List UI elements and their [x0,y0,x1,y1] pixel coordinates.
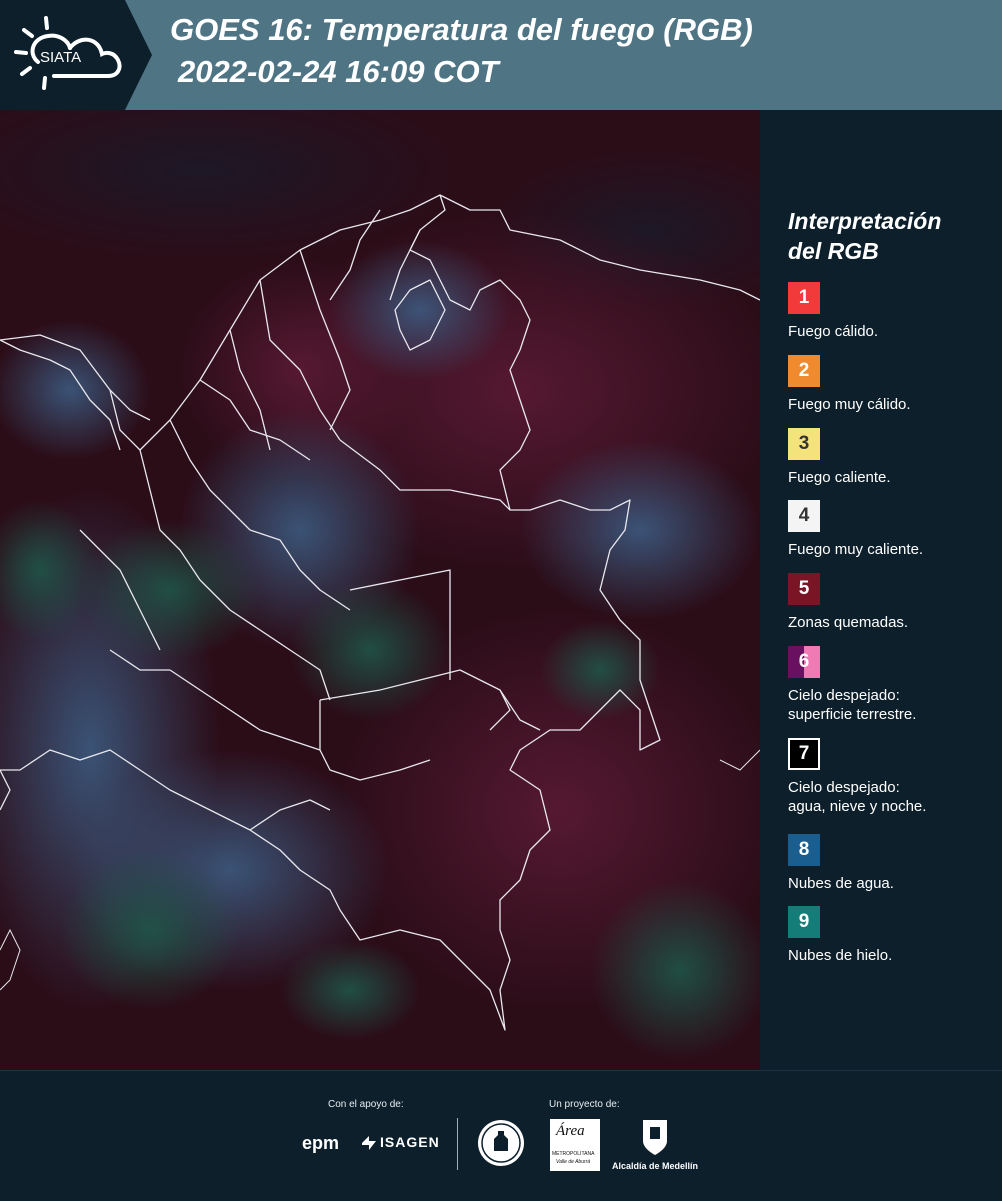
support-label: Con el apoyo de: [328,1099,404,1110]
legend-label: Fuego muy caliente. [788,541,924,558]
legend-title-line1: Interpretación [788,208,942,234]
isagen-text: ISAGEN [380,1134,440,1150]
area-logo-title: Área [556,1123,585,1139]
legend-label: Nubes de agua. [788,875,894,892]
legend-label-line1: Cielo despejado: [788,687,900,704]
area-logo-sub: METROPOLITANA [552,1151,595,1157]
alcaldia-logo-text: Alcaldía de Medellín [612,1161,699,1171]
legend-label: Cielo despejado: superficie terrestre. [788,686,998,724]
legend-swatch: 2 [788,355,820,387]
legend-label-line2: agua, nieve y noche. [788,798,927,815]
satellite-image [0,110,760,1070]
legend-swatch: 1 [788,282,820,314]
page-timestamp: 2022-02-24 16:09 COT [178,54,499,89]
footer: Con el apoyo de: Un proyecto de: epm ISA… [0,1070,1002,1201]
area-metropolitana-logo: Área METROPOLITANA Valle de Aburrá [550,1119,600,1171]
alcaldia-shield-icon [643,1120,667,1155]
legend-label: Fuego cálido. [788,323,879,340]
logo-text: SIATA [40,49,81,66]
legend-swatch: 8 [788,834,820,866]
legend-label: Nubes de hielo. [788,947,893,964]
legend-label: Zonas quemadas. [788,614,909,631]
legend-panel: Interpretación del RGB 1 Fuego cálido. 2… [760,110,1002,1070]
legend-label: Cielo despejado: agua, nieve y noche. [788,778,998,816]
epm-logo: epm [302,1133,340,1153]
legend-swatch: 7 [788,738,820,770]
legend-swatch: 6 [788,646,820,678]
satellite-map [0,110,760,1070]
legend-swatch: 5 [788,573,820,605]
page-title: GOES 16: Temperatura del fuego (RGB) [170,12,753,47]
legend-swatch: 4 [788,500,820,532]
legend-swatch: 3 [788,428,820,460]
legend-label: Fuego caliente. [788,469,891,486]
legend-label: Fuego muy cálido. [788,396,911,413]
legend-title: Interpretación del RGB [788,206,941,266]
area-logo-sub2: Valle de Aburrá [556,1159,591,1165]
logo-container: SIATA [0,0,152,110]
header: SIATA GOES 16: Temperatura del fuego (RG… [0,0,1002,110]
legend-label-line2: superficie terrestre. [788,706,917,723]
project-label: Un proyecto de: [549,1099,620,1110]
footer-divider [457,1118,458,1170]
seal-logo [478,1120,524,1166]
legend-label-line1: Cielo despejado: [788,779,900,796]
legend-title-line2: del RGB [788,238,879,264]
legend-swatch: 9 [788,906,820,938]
isagen-icon [362,1136,376,1150]
siata-logo: SIATA [14,16,122,90]
